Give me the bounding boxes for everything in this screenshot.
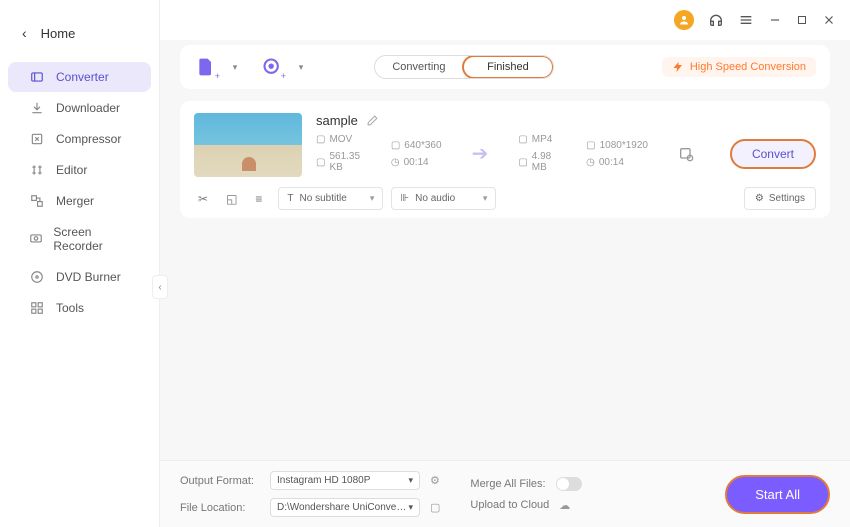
convert-button[interactable]: Convert — [730, 139, 816, 169]
nav-label: Merger — [56, 194, 94, 208]
maximize-button[interactable] — [796, 14, 808, 26]
merger-icon — [28, 194, 46, 208]
menu-icon[interactable] — [738, 12, 754, 28]
compressor-icon — [28, 132, 46, 146]
sidebar-item-screen-recorder[interactable]: Screen Recorder — [8, 217, 151, 261]
subtitle-icon: T — [287, 193, 293, 204]
add-file-caret[interactable]: ▾ — [224, 55, 248, 79]
status-tabs: Converting Finished — [374, 55, 554, 79]
footer: Output Format: Instagram HD 1080P▾ ⚙ Fil… — [160, 460, 850, 527]
cloud-icon[interactable]: ☁ — [559, 499, 570, 512]
sidebar: ‹ Home Converter Downloader Compressor E… — [0, 0, 160, 527]
res-icon: ▢ — [391, 140, 400, 151]
settings-button[interactable]: ⚙ Settings — [744, 187, 816, 210]
titlebar — [160, 0, 850, 40]
file-name: sample — [316, 113, 358, 128]
start-all-button[interactable]: Start All — [725, 475, 830, 514]
video-icon: ▢ — [518, 134, 527, 145]
dst-dur: 00:14 — [599, 157, 624, 168]
chevron-left-icon: ‹ — [22, 25, 27, 41]
home-label: Home — [41, 26, 76, 41]
editor-icon — [28, 163, 46, 177]
converter-icon — [28, 70, 46, 84]
add-dvd-button[interactable]: + — [260, 55, 284, 79]
sidebar-item-compressor[interactable]: Compressor — [8, 124, 151, 154]
rename-icon[interactable] — [366, 114, 379, 127]
crop-icon[interactable]: ◱ — [226, 192, 237, 206]
video-icon: ▢ — [316, 134, 325, 145]
sidebar-item-tools[interactable]: Tools — [8, 293, 151, 323]
folder-icon: ▢ — [518, 157, 527, 168]
recorder-icon — [28, 232, 43, 246]
clock-icon: ◷ — [586, 157, 595, 168]
output-format-label: Output Format: — [180, 475, 260, 487]
merge-label: Merge All Files: — [470, 478, 545, 490]
output-settings-icon[interactable] — [678, 146, 694, 162]
file-location-label: File Location: — [180, 502, 260, 514]
tab-finished[interactable]: Finished — [462, 55, 554, 79]
sidebar-item-merger[interactable]: Merger — [8, 186, 151, 216]
nav-label: Compressor — [56, 132, 121, 146]
nav-label: Editor — [56, 163, 87, 177]
file-card: sample ▢ MOV ▢ 561.35 KB ▢ 640*360 ◷ 00:14 — [180, 101, 830, 218]
sidebar-item-converter[interactable]: Converter — [8, 62, 151, 92]
tab-converting[interactable]: Converting — [375, 56, 463, 78]
upload-label: Upload to Cloud — [470, 499, 549, 511]
minimize-button[interactable] — [768, 13, 782, 27]
sidebar-item-downloader[interactable]: Downloader — [8, 93, 151, 123]
output-format-select[interactable]: Instagram HD 1080P▾ — [270, 471, 420, 490]
folder-icon: ▢ — [316, 157, 325, 168]
audio-icon: ⊪ — [400, 193, 409, 204]
res-icon: ▢ — [586, 140, 595, 151]
add-file-button[interactable]: + — [194, 55, 218, 79]
open-folder-icon[interactable]: ▢ — [430, 501, 440, 514]
nav-label: Tools — [56, 301, 84, 315]
trim-icon[interactable]: ✂ — [198, 192, 208, 206]
nav-label: Converter — [56, 70, 109, 84]
main-area: ‹ + ▾ + ▾ Converting — [160, 0, 850, 527]
output-settings-icon[interactable]: ⚙ — [430, 474, 440, 487]
dst-size: 4.98 MB — [532, 151, 556, 173]
toolbar: + ▾ + ▾ Converting Finished High Speed C… — [180, 45, 830, 89]
headset-icon[interactable] — [708, 12, 724, 28]
nav-label: Downloader — [56, 101, 120, 115]
dst-res: 1080*1920 — [600, 140, 648, 151]
collapse-sidebar-button[interactable]: ‹ — [152, 275, 168, 299]
video-thumbnail[interactable] — [194, 113, 302, 177]
merge-toggle[interactable] — [556, 477, 582, 491]
high-speed-toggle[interactable]: High Speed Conversion — [662, 57, 816, 77]
arrow-icon: ➔ — [472, 141, 489, 166]
nav-label: Screen Recorder — [53, 225, 131, 253]
user-avatar[interactable] — [674, 10, 694, 30]
src-size: 561.35 KB — [329, 151, 360, 173]
nav-label: DVD Burner — [56, 270, 121, 284]
sidebar-item-dvd-burner[interactable]: DVD Burner — [8, 262, 151, 292]
bolt-icon — [672, 61, 684, 73]
effect-icon[interactable]: ≡ — [255, 192, 262, 206]
sidebar-item-editor[interactable]: Editor — [8, 155, 151, 185]
tools-icon — [28, 301, 46, 315]
dvd-icon — [28, 270, 46, 284]
add-dvd-caret[interactable]: ▾ — [290, 55, 314, 79]
subtitle-select[interactable]: T No subtitle▾ — [278, 187, 383, 210]
src-format: MOV — [329, 134, 352, 145]
close-button[interactable] — [822, 13, 836, 27]
gear-icon: ⚙ — [755, 193, 764, 204]
home-link[interactable]: ‹ Home — [0, 25, 159, 61]
audio-select[interactable]: ⊪ No audio▾ — [391, 187, 496, 210]
dst-format: MP4 — [532, 134, 553, 145]
download-icon — [28, 101, 46, 115]
clock-icon: ◷ — [391, 157, 400, 168]
file-location-select[interactable]: D:\Wondershare UniConverter 1▾ — [270, 498, 420, 517]
src-res: 640*360 — [404, 140, 441, 151]
src-dur: 00:14 — [404, 157, 429, 168]
